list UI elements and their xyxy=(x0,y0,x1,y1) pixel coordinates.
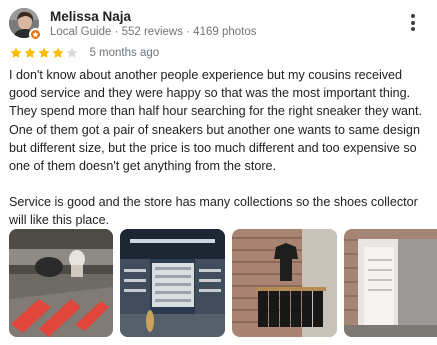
photo-clothing-rack-brick-wall[interactable] xyxy=(232,229,337,337)
review-text: I don't know about another people experi… xyxy=(9,66,431,230)
rating-row: 5 months ago xyxy=(9,44,159,60)
review-card: Melissa Naja Local Guide · 552 reviews ·… xyxy=(0,0,437,345)
star-filled-icon xyxy=(10,47,22,58)
photo-store-entrance[interactable] xyxy=(344,229,437,337)
more-vert-icon[interactable] xyxy=(405,14,421,34)
star-filled-icon xyxy=(24,47,36,58)
photo-store-interior-shelves[interactable] xyxy=(120,229,225,337)
photo-strip xyxy=(9,229,437,337)
star-filled-icon xyxy=(38,47,50,58)
star-rating xyxy=(9,44,79,62)
review-date: 5 months ago xyxy=(89,47,160,59)
review-paragraph: I don't know about another people experi… xyxy=(9,68,423,174)
star-empty-icon xyxy=(66,47,78,58)
local-guide-badge-icon xyxy=(29,28,42,41)
reviewer-meta: Local Guide · 552 reviews · 4169 photos xyxy=(50,26,257,38)
photo-store-floor-logo[interactable] xyxy=(9,229,113,337)
review-header: Melissa Naja Local Guide · 552 reviews ·… xyxy=(9,8,429,42)
reviewer-name[interactable]: Melissa Naja xyxy=(50,9,131,24)
review-paragraph: Service is good and the store has many c… xyxy=(9,195,418,228)
star-filled-icon xyxy=(52,47,64,58)
